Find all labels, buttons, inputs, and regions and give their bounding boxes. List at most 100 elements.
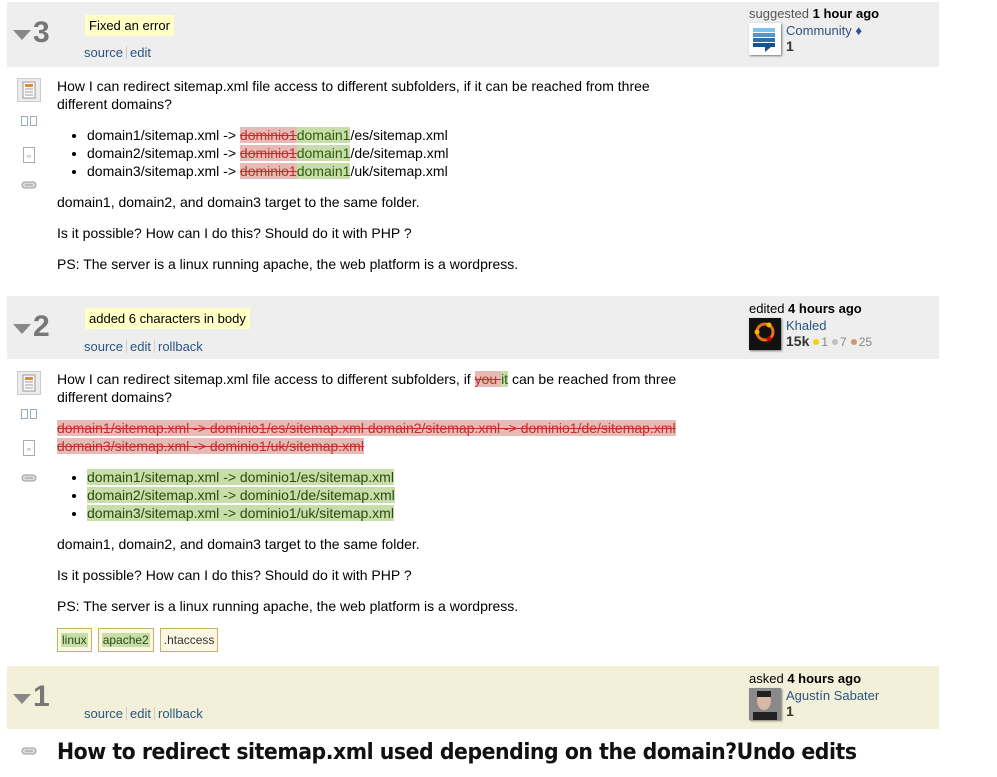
revision-links: source edit [84, 45, 151, 60]
edit-link[interactable]: edit [130, 45, 151, 60]
body-paragraph: domain1, domain2, and domain3 target to … [57, 536, 420, 552]
revision-links: source edit rollback [84, 706, 203, 721]
bronze-badge-icon [850, 339, 857, 345]
list-item: domain2/sitemap.xml -> dominio1domain1/d… [87, 144, 697, 162]
action-time: 4 hours ago [788, 301, 862, 316]
inserted-text: domain1 [296, 127, 351, 143]
user-name-link[interactable]: Agustín Sabater [786, 688, 879, 703]
intro-paragraph: How I can redirect sitemap.xml file acce… [57, 370, 717, 406]
deleted-text: domain1/sitemap.xml -> dominio1/es/sitem… [57, 420, 676, 454]
body-paragraph: PS: The server is a linux running apache… [57, 256, 519, 272]
markdown-source-icon[interactable]: ‹› [17, 146, 41, 164]
gold-badge-count: 1 [821, 335, 829, 349]
action-time: 1 hour ago [812, 6, 880, 21]
silver-badge-count: 7 [840, 335, 847, 349]
intro-text: How I can redirect sitemap.xml file acce… [57, 371, 475, 387]
markdown-source-icon[interactable]: ‹› [17, 439, 41, 457]
deleted-block: domain1/sitemap.xml -> dominio1/es/sitem… [57, 419, 717, 455]
permalink-icon[interactable] [17, 473, 41, 483]
edit-comment: Fixed an error [85, 15, 174, 36]
revision-1-user-info: asked 4 hours ago Agustín Sabater 1 [749, 671, 879, 720]
separator [126, 707, 128, 720]
separator [126, 340, 128, 353]
edit-link[interactable]: edit [130, 706, 151, 721]
bronze-badge-count: 25 [858, 335, 873, 349]
user-name-link[interactable]: Community [786, 23, 852, 38]
deleted-text: dominio1 [239, 163, 297, 179]
list-item-suffix: /de/sitemap.xml [350, 145, 449, 161]
tag-linux[interactable]: linux [57, 628, 92, 652]
side-by-side-diff-icon[interactable] [17, 114, 41, 128]
edit-link[interactable]: edit [130, 339, 151, 354]
revision-3-body: How I can redirect sitemap.xml file acce… [57, 77, 697, 286]
revision-3-user-info: suggested 1 hour ago Community ♦ 1 [749, 6, 879, 55]
collapse-arrow-icon[interactable] [13, 324, 31, 334]
tag-label: .htaccess [163, 633, 215, 647]
body-paragraph: domain1, domain2, and domain3 target to … [57, 194, 420, 210]
permalink-icon[interactable] [17, 180, 41, 190]
khaled-avatar-icon[interactable] [749, 318, 781, 350]
list-item-prefix: domain3/sitemap.xml -> [87, 163, 240, 179]
inline-diff-icon[interactable] [17, 78, 41, 102]
separator [154, 707, 155, 720]
revision-number-text: 1 [33, 680, 50, 713]
source-link[interactable]: source [84, 45, 123, 60]
body-paragraph: PS: The server is a linux running apache… [57, 598, 519, 614]
list-item: domain1/sitemap.xml -> dominio1/es/sitem… [87, 468, 717, 486]
list-item: domain2/sitemap.xml -> dominio1/de/sitem… [87, 486, 717, 504]
revision-number-text: 3 [33, 16, 50, 49]
action-label: suggested [749, 6, 809, 21]
revision-number[interactable]: 2 [13, 312, 50, 342]
separator [154, 340, 155, 353]
action-label: edited [749, 301, 785, 316]
source-link[interactable]: source [84, 339, 123, 354]
inline-diff-icon[interactable] [17, 371, 41, 395]
svg-text:‹›: ‹› [27, 154, 31, 160]
tag-htaccess[interactable]: .htaccess [159, 628, 219, 652]
list-item-suffix: /es/sitemap.xml [350, 127, 448, 143]
revision-number[interactable]: 3 [13, 18, 50, 48]
rollback-link[interactable]: rollback [158, 339, 203, 354]
domain-list: domain1/sitemap.xml -> dominio1domain1/e… [57, 126, 697, 180]
body-paragraph: Is it possible? How can I do this? Shoul… [57, 567, 412, 583]
inserted-text: domain1 [296, 163, 351, 179]
edit-comment: added 6 characters in body [85, 308, 250, 329]
revision-links: source edit rollback [84, 339, 203, 354]
permalink-icon[interactable] [17, 746, 41, 756]
silver-badge-icon [832, 339, 839, 345]
moderator-diamond-icon: ♦ [855, 23, 863, 38]
tag-apache2[interactable]: apache2 [97, 628, 154, 652]
collapse-arrow-icon[interactable] [13, 30, 31, 40]
tag-label: apache2 [101, 633, 150, 647]
inserted-text: domain2/sitemap.xml -> dominio1/de/sitem… [87, 487, 395, 503]
list-item: domain3/sitemap.xml -> dominio1/uk/sitem… [87, 504, 717, 522]
action-label: asked [749, 671, 784, 686]
inserted-text: domain3/sitemap.xml -> dominio1/uk/sitem… [87, 505, 394, 521]
revision-2-user-info: edited 4 hours ago Khaled 15k 1 7 25 [749, 301, 872, 350]
rollback-link[interactable]: rollback [158, 706, 203, 721]
list-item-suffix: /uk/sitemap.xml [350, 163, 448, 179]
inserted-text: it [501, 371, 509, 387]
user-reputation-row: 15k 1 7 25 [786, 333, 872, 349]
collapse-arrow-icon[interactable] [13, 694, 31, 704]
svg-text:‹›: ‹› [27, 447, 31, 453]
body-paragraph: Is it possible? How can I do this? Shoul… [57, 225, 412, 241]
community-avatar-icon[interactable] [749, 23, 781, 55]
user-reputation: 15k [786, 333, 810, 349]
tag-label: linux [61, 633, 88, 647]
separator [126, 46, 128, 59]
side-by-side-diff-icon[interactable] [17, 407, 41, 421]
deleted-text: dominio1 [239, 145, 297, 161]
user-name-link[interactable]: Khaled [786, 318, 872, 333]
gold-badge-icon [813, 339, 820, 345]
source-link[interactable]: source [84, 706, 123, 721]
revision-number[interactable]: 1 [13, 682, 50, 712]
intro-paragraph: How I can redirect sitemap.xml file acce… [57, 78, 650, 112]
list-item: domain1/sitemap.xml -> dominio1domain1/e… [87, 126, 697, 144]
list-item: domain3/sitemap.xml -> dominio1domain1/u… [87, 162, 697, 180]
domain-list: domain1/sitemap.xml -> dominio1/es/sitem… [57, 468, 717, 522]
question-title: How to redirect sitemap.xml used dependi… [57, 740, 857, 765]
list-item-prefix: domain1/sitemap.xml -> [87, 127, 240, 143]
agustin-avatar-icon[interactable] [749, 688, 781, 720]
revision-number-text: 2 [33, 310, 50, 343]
